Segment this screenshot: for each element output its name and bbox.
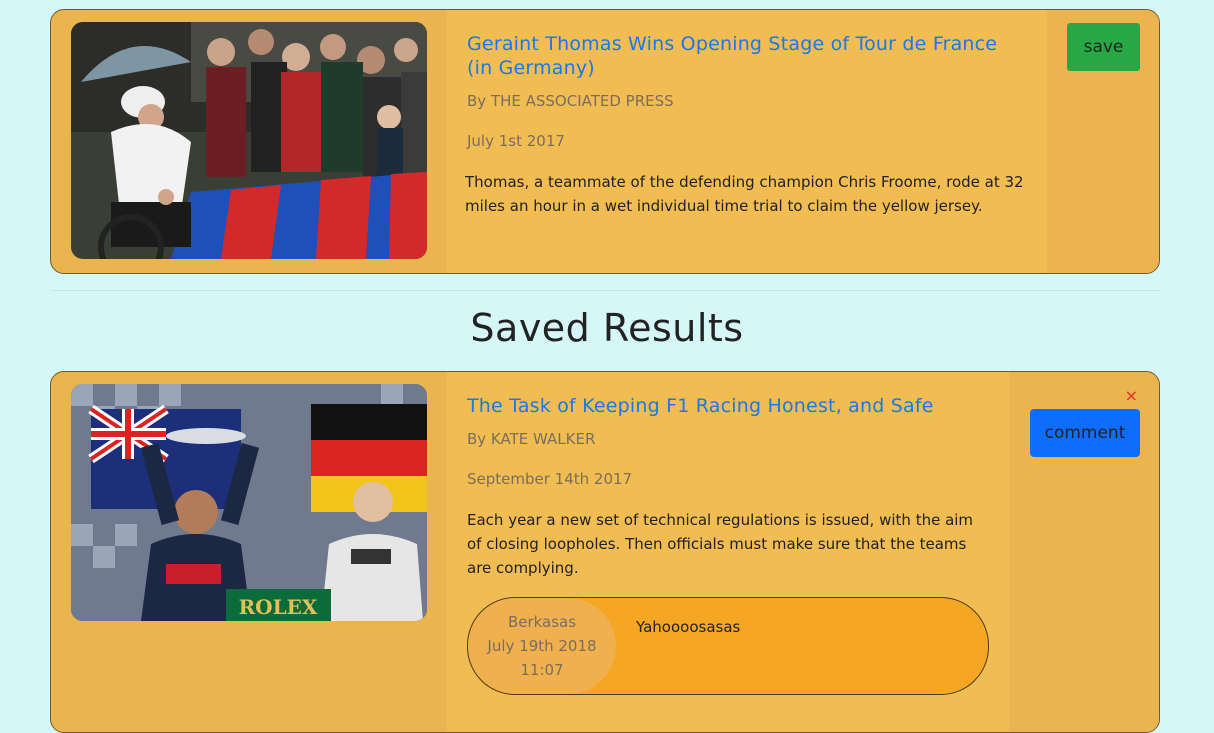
comment-text: Yahoooosasas (636, 618, 741, 636)
comment-bubble: Berkasas July 19th 2018 11:07 Yahoooosas… (467, 597, 989, 695)
saved-article-date: September 14th 2017 (467, 470, 633, 488)
comment-date: July 19th 2018 (487, 637, 597, 655)
saved-results-title: Saved Results (470, 306, 744, 350)
article-image-podium: ROLEX (71, 384, 427, 621)
article-card: Geraint Thomas Wins Opening Stage of Tou… (50, 9, 1160, 274)
saved-article-actions: × comment (1011, 372, 1159, 732)
saved-article-byline: By KATE WALKER (467, 430, 596, 448)
comment-author: Berkasas (507, 613, 577, 631)
saved-article-content: The Task of Keeping F1 Racing Honest, an… (447, 372, 1009, 732)
article-image-cycling (71, 22, 427, 259)
comment-button[interactable]: comment (1030, 409, 1140, 457)
saved-article-snippet: Each year a new set of technical regulat… (467, 511, 974, 577)
rolex-logo: ROLEX (239, 595, 318, 619)
save-button[interactable]: save (1067, 23, 1140, 71)
saved-article-headline[interactable]: The Task of Keeping F1 Racing Honest, an… (467, 394, 934, 418)
article-headline[interactable]: Geraint Thomas Wins Opening Stage of Tou… (467, 32, 1027, 80)
article-actions: save (1047, 10, 1159, 273)
comment-time: 11:07 (520, 661, 564, 679)
saved-article-card: ROLEX The Task of Keeping F1 Racing Hone… (50, 371, 1160, 733)
article-content: Geraint Thomas Wins Opening Stage of Tou… (447, 10, 1047, 273)
close-icon[interactable]: × (1125, 388, 1138, 404)
article-snippet: Thomas, a teammate of the defending cham… (465, 173, 1024, 215)
article-byline: By THE ASSOCIATED PRESS (467, 92, 674, 110)
section-divider (50, 290, 1160, 291)
comment-meta: Berkasas July 19th 2018 11:07 (468, 598, 616, 694)
article-date: July 1st 2017 (467, 132, 565, 150)
